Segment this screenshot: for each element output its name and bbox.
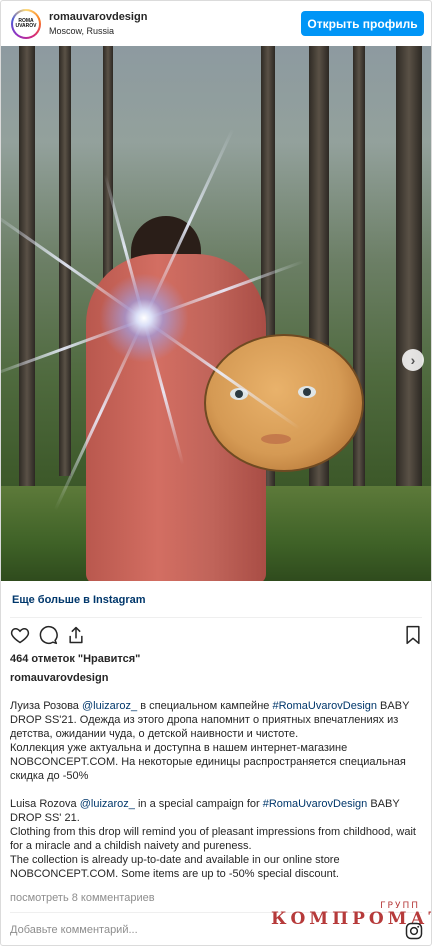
caption-paragraph-en-3: The collection is already up-to-date and… [10,854,340,880]
mention-link[interactable]: @luizaroz_ [82,700,137,712]
lens-flare [99,273,189,363]
likes-count[interactable]: 464 отметок "Нравится" [10,653,140,665]
sun-face-prop [204,334,364,472]
bookmark-icon[interactable] [404,625,422,645]
mention-link[interactable]: @luizaroz_ [80,798,135,810]
more-on-instagram-link[interactable]: Еще больше в Instagram [12,594,146,606]
caption-paragraph-en: Luisa Rozova @luizaroz_ in a special cam… [10,798,400,824]
post-photo[interactable]: › [1,46,431,581]
watermark: ГРУПП КОМПРОМАТ [271,901,431,929]
username[interactable]: romauvarovdesign [49,11,147,23]
caption-paragraph-ru-2: Коллекция уже актуальна и доступна в наш… [10,742,406,782]
share-icon[interactable] [66,625,86,645]
location[interactable]: Moscow, Russia [49,26,114,36]
comment-input[interactable]: Добавьте комментарий... [10,924,138,936]
caption-username[interactable]: romauvarovdesign [10,672,108,684]
avatar-logo-text: ROMA UVAROV [15,18,37,29]
post-header: ROMA UVAROV romauvarovdesign Moscow, Rus… [1,1,431,46]
carousel-next-button[interactable]: › [402,349,424,371]
action-bar [10,625,422,645]
instagram-embed-card: ROMA UVAROV romauvarovdesign Moscow, Rus… [0,0,432,946]
heart-icon[interactable] [10,625,30,645]
chevron-right-icon: › [410,352,416,368]
comment-icon[interactable] [38,625,58,645]
caption: Луиза Розова @luizaroz_ в специальном ка… [10,699,422,881]
view-comments-link[interactable]: посмотреть 8 комментариев [10,892,155,904]
divider [10,617,422,618]
open-profile-button[interactable]: Открыть профиль [301,11,424,36]
hashtag-link[interactable]: #RomaUvarovDesign [263,798,368,810]
caption-paragraph-en-2: Clothing from this drop will remind you … [10,826,416,852]
caption-paragraph-ru: Луиза Розова @luizaroz_ в специальном ка… [10,700,410,740]
avatar[interactable]: ROMA UVAROV [11,9,41,39]
hashtag-link[interactable]: #RomaUvarovDesign [272,700,377,712]
instagram-logo-icon[interactable] [405,922,423,940]
